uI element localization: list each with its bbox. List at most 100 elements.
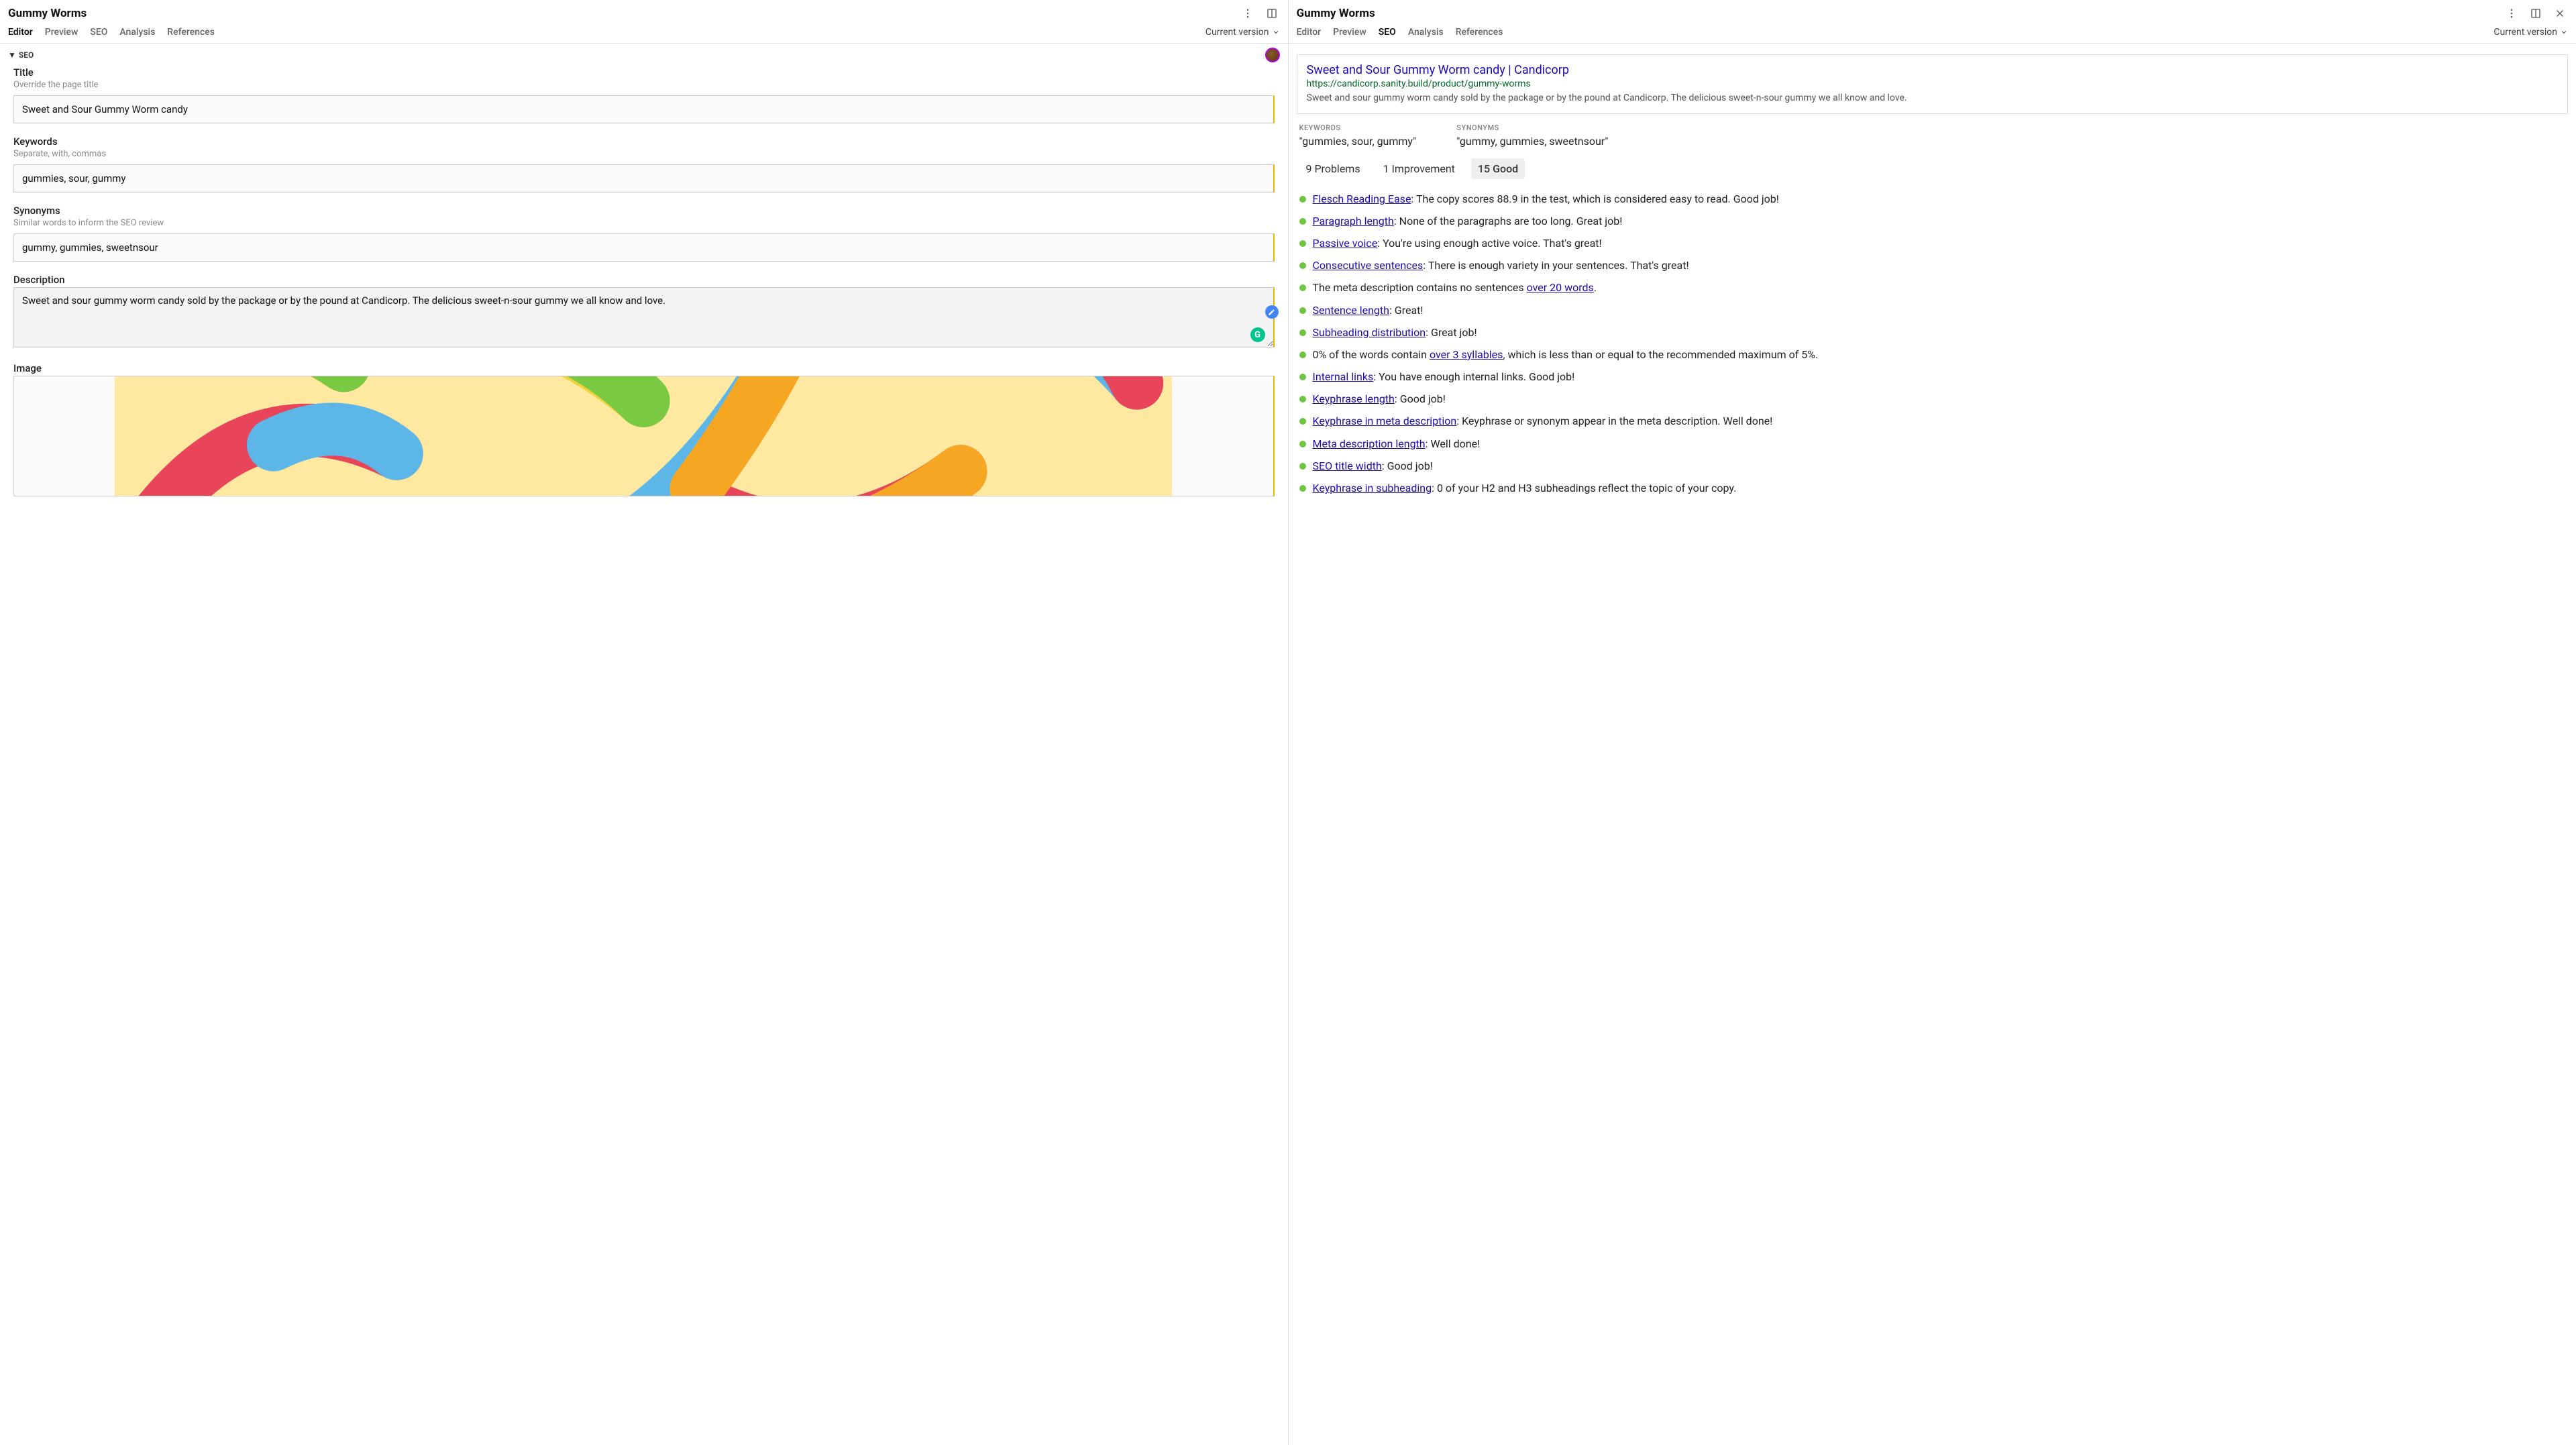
result-link[interactable]: Subheading distribution <box>1313 326 1426 339</box>
result-item: Paragraph length: None of the paragraphs… <box>1299 213 2566 229</box>
result-link[interactable]: Internal links <box>1313 370 1374 383</box>
field-synonyms: Synonyms Similar words to inform the SEO… <box>13 205 1275 262</box>
result-item: SEO title width: Good job! <box>1299 458 2566 474</box>
seo-section-header: ▼ SEO <box>0 44 1288 66</box>
synonyms-block: SYNONYMS "gummy, gummies, sweetnsour" <box>1456 123 1608 148</box>
result-link[interactable]: Flesch Reading Ease <box>1313 193 1411 205</box>
editor-panel: Gummy Worms Editor Preview SEO Analysis Refe… <box>0 0 1289 1445</box>
left-tabs-row: Editor Preview SEO Analysis References Curre… <box>0 24 1288 44</box>
result-item: Meta description length: Well done! <box>1299 436 2566 451</box>
seo-form: Title Override the page title Keywords S… <box>0 66 1288 522</box>
tab-analysis[interactable]: Analysis <box>119 27 155 38</box>
image-label: Image <box>13 362 1275 374</box>
result-link[interactable]: Sentence length <box>1313 304 1389 317</box>
result-text: Passive voice: You're using enough activ… <box>1313 235 2566 251</box>
field-title: Title Override the page title <box>13 66 1275 123</box>
result-item: Sentence length: Great! <box>1299 303 2566 318</box>
more-icon[interactable] <box>1240 5 1256 21</box>
result-link[interactable]: SEO title width <box>1313 460 1382 472</box>
title-label: Title <box>13 66 1275 78</box>
tab-editor[interactable]: Editor <box>1297 27 1322 38</box>
tab-analysis[interactable]: Analysis <box>1408 27 1444 38</box>
presence-avatar[interactable] <box>1265 48 1280 62</box>
close-icon[interactable] <box>2552 5 2568 21</box>
right-title: Gummy Worms <box>1297 7 1375 20</box>
keywords-block: KEYWORDS "gummies, sour, gummy" <box>1299 123 1417 148</box>
tab-references[interactable]: References <box>1456 27 1503 38</box>
collapse-caret-icon[interactable]: ▼ <box>8 50 16 60</box>
result-link[interactable]: Paragraph length <box>1313 215 1394 227</box>
keywords-label: Keywords <box>13 136 1275 148</box>
status-dot-icon <box>1299 463 1306 470</box>
tab-seo[interactable]: SEO <box>1379 27 1396 38</box>
result-item: 0% of the words contain over 3 syllables… <box>1299 347 2566 362</box>
result-text: Internal links: You have enough internal… <box>1313 369 2566 384</box>
results-list: Flesch Reading Ease: The copy scores 88.… <box>1297 191 2569 496</box>
right-content: Sweet and Sour Gummy Worm candy | Candic… <box>1289 44 2576 1445</box>
keywords-row: KEYWORDS "gummies, sour, gummy" SYNONYMS… <box>1297 123 2569 148</box>
result-link[interactable]: Keyphrase in subheading <box>1313 482 1432 494</box>
field-description: Description G <box>13 274 1275 350</box>
result-link[interactable]: Consecutive sentences <box>1313 259 1424 272</box>
tab-seo[interactable]: SEO <box>90 27 107 38</box>
right-tabs: Editor Preview SEO Analysis References <box>1297 27 1503 38</box>
grammarly-icon[interactable]: G <box>1250 327 1265 342</box>
result-link[interactable]: Keyphrase in meta description <box>1313 415 1457 427</box>
result-link[interactable]: Keyphrase length <box>1313 392 1395 405</box>
result-link[interactable]: Passive voice <box>1313 237 1378 250</box>
result-link[interactable]: over 3 syllables <box>1430 348 1503 361</box>
result-item: Internal links: You have enough internal… <box>1299 369 2566 384</box>
result-item: Keyphrase in subheading: 0 of your H2 an… <box>1299 480 2566 496</box>
filter-button[interactable]: 9 Problems <box>1299 158 1367 179</box>
keywords-value: "gummies, sour, gummy" <box>1299 135 1417 148</box>
result-link[interactable]: over 20 words <box>1527 281 1594 294</box>
chevron-down-icon <box>2560 28 2568 36</box>
serp-url: https://candicorp.sanity.build/product/g… <box>1307 78 2559 89</box>
status-dot-icon <box>1299 218 1306 225</box>
tab-preview[interactable]: Preview <box>45 27 78 38</box>
status-dot-icon <box>1299 307 1306 314</box>
version-select[interactable]: Current version <box>2493 27 2568 38</box>
serp-description: Sweet and sour gummy worm candy sold by … <box>1307 92 2559 105</box>
left-header: Gummy Worms <box>0 0 1288 24</box>
right-header-icons <box>2504 5 2568 21</box>
tab-preview[interactable]: Preview <box>1333 27 1366 38</box>
status-dot-icon <box>1299 196 1306 203</box>
result-link[interactable]: Meta description length <box>1313 437 1426 450</box>
result-item: Subheading distribution: Great job! <box>1299 325 2566 340</box>
title-input[interactable] <box>13 95 1275 123</box>
synonyms-heading: SYNONYMS <box>1456 123 1608 132</box>
keywords-input[interactable] <box>13 164 1275 193</box>
left-tabs: Editor Preview SEO Analysis References <box>8 27 215 38</box>
result-text: Keyphrase in meta description: Keyphrase… <box>1313 413 2566 429</box>
image-preview[interactable] <box>13 376 1275 496</box>
status-dot-icon <box>1299 284 1306 291</box>
synonyms-input[interactable] <box>13 233 1275 262</box>
split-icon[interactable] <box>2528 5 2544 21</box>
more-icon[interactable] <box>2504 5 2520 21</box>
serp-title: Sweet and Sour Gummy Worm candy | Candic… <box>1307 63 2559 77</box>
result-text: Sentence length: Great! <box>1313 303 2566 318</box>
filter-button[interactable]: 1 Improvement <box>1377 158 1462 179</box>
result-text: Flesch Reading Ease: The copy scores 88.… <box>1313 191 2566 207</box>
split-icon[interactable] <box>1264 5 1280 21</box>
version-select[interactable]: Current version <box>1205 27 1280 38</box>
status-dot-icon <box>1299 418 1306 425</box>
edit-indicator-icon[interactable] <box>1265 305 1279 319</box>
status-dot-icon <box>1299 329 1306 336</box>
description-input[interactable] <box>13 287 1275 347</box>
serp-preview: Sweet and Sour Gummy Worm candy | Candic… <box>1297 54 2569 114</box>
seo-panel: Gummy Worms Editor Preview SEO Analysis Refe… <box>1289 0 2576 1445</box>
result-item: Keyphrase length: Good job! <box>1299 391 2566 407</box>
status-dot-icon <box>1299 352 1306 358</box>
result-item: Keyphrase in meta description: Keyphrase… <box>1299 413 2566 429</box>
status-dot-icon <box>1299 485 1306 492</box>
tab-references[interactable]: References <box>167 27 215 38</box>
description-label: Description <box>13 274 1275 286</box>
result-text: Subheading distribution: Great job! <box>1313 325 2566 340</box>
result-text: Paragraph length: None of the paragraphs… <box>1313 213 2566 229</box>
synonyms-hint: Similar words to inform the SEO review <box>13 218 1275 228</box>
filter-button[interactable]: 15 Good <box>1471 158 1525 179</box>
tab-editor[interactable]: Editor <box>8 27 33 38</box>
result-item: The meta description contains no sentenc… <box>1299 280 2566 295</box>
